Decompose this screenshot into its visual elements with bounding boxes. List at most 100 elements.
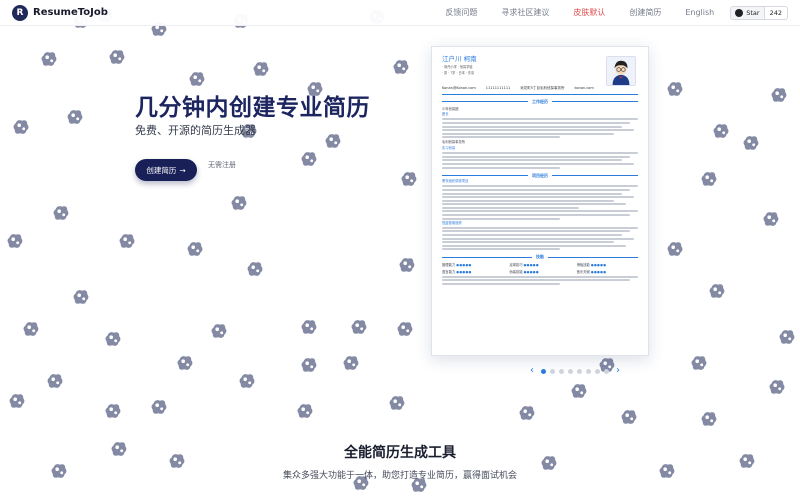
text-line — [442, 244, 627, 247]
text-line — [442, 226, 638, 229]
decorative-blob-icon — [350, 318, 368, 336]
star-count: 242 — [769, 8, 782, 17]
decorative-blob-icon — [620, 408, 638, 426]
section-rule — [442, 256, 532, 258]
decorative-blob-icon — [238, 372, 256, 390]
resume-preview-card[interactable]: 江户川 柯南 · 帝丹小学 · 侦探学徒 · 男 · 7岁 · 日本 · 东京 … — [431, 46, 649, 356]
decorative-blob-icon — [398, 256, 416, 274]
decorative-blob-icon — [712, 122, 730, 140]
github-icon — [735, 8, 744, 17]
text-line — [442, 162, 635, 165]
landing-page: R ResumeToJob 反馈问题 寻求社区建议 皮肤默认 创建简历 Engl… — [0, 0, 800, 500]
resume-address: 米花町5丁目毛利侦探事务所 — [520, 86, 565, 91]
entry-text-lines — [442, 226, 638, 251]
decorative-blob-icon — [300, 356, 318, 374]
skill-name: 滑板技能 — [576, 263, 591, 268]
decorative-blob-icon — [118, 232, 136, 250]
github-star-button[interactable]: Star 242 — [730, 5, 788, 20]
decorative-blob-icon — [700, 170, 718, 188]
carousel-dot[interactable] — [550, 368, 555, 374]
text-line — [442, 206, 580, 209]
decorative-blob-icon — [700, 410, 718, 428]
skill-item: 足球技巧 ●●●●● — [509, 263, 570, 268]
chevron-right-icon[interactable]: › — [613, 366, 623, 376]
text-line — [442, 214, 631, 217]
decorative-blob-icon — [188, 70, 206, 88]
decorative-blob-icon — [570, 382, 588, 400]
decorative-blob-icon — [342, 354, 360, 372]
entry-header: 少年侦探团 — [442, 107, 638, 112]
decorative-blob-icon — [176, 354, 194, 372]
nav-link-community[interactable]: 寻求社区建议 — [489, 7, 561, 18]
chevron-left-icon[interactable]: ‹ — [527, 366, 537, 376]
carousel-dots — [541, 368, 609, 374]
carousel-dot[interactable] — [595, 368, 600, 374]
decorative-blob-icon — [666, 240, 684, 258]
create-resume-button[interactable]: 创建简历 → — [135, 159, 197, 181]
entry-project: 怪盗基德追踪 — [442, 220, 462, 225]
carousel-dot[interactable] — [541, 368, 546, 374]
resume-phone: 11111111111 — [485, 86, 511, 91]
carousel-dot[interactable] — [604, 368, 609, 374]
text-line — [442, 166, 560, 169]
carousel-dot[interactable] — [568, 368, 573, 374]
skills-text-lines — [442, 275, 638, 286]
decorative-blob-icon — [8, 392, 26, 410]
decorative-blob-icon — [396, 320, 414, 338]
decorative-blob-icon — [708, 282, 726, 300]
text-line — [442, 159, 623, 162]
nav-link-feedback[interactable]: 反馈问题 — [433, 7, 489, 18]
skill-rating: ●●●●● — [456, 269, 472, 274]
text-line — [442, 248, 560, 251]
decorative-blob-icon — [72, 288, 90, 306]
carousel-dot[interactable] — [559, 368, 564, 374]
decorative-blob-icon — [186, 240, 204, 258]
entry-role: 实习侦探 — [442, 145, 456, 150]
top-navigation: R ResumeToJob 反馈问题 寻求社区建议 皮肤默认 创建简历 Engl… — [0, 0, 800, 26]
text-line — [442, 185, 638, 188]
text-line — [442, 188, 631, 191]
text-line — [442, 279, 631, 282]
brand-logo[interactable]: R ResumeToJob — [12, 4, 108, 21]
decorative-blob-icon — [768, 378, 786, 396]
decorative-blob-icon — [230, 194, 248, 212]
resume-website: konan.com — [574, 86, 594, 91]
skill-name: 伪装技能 — [509, 269, 524, 274]
text-line — [442, 136, 560, 139]
decorative-blob-icon — [296, 402, 314, 420]
github-star-label-wrap: Star — [731, 6, 765, 19]
entry-org: 少年侦探团 — [442, 106, 459, 111]
nav-links: 反馈问题 寻求社区建议 皮肤默认 创建简历 English Star 242 — [433, 5, 788, 20]
resume-section-header: 技能 — [442, 254, 638, 260]
skills-grid: 推理能力 ●●●●● 足球技巧 ●●●●● 滑板技能 ●●●●● 语言能力 ●●●●●… — [442, 263, 638, 274]
decorative-blob-icon — [324, 132, 342, 150]
brand-name: ResumeToJob — [33, 7, 108, 18]
carousel-dot[interactable] — [577, 368, 582, 374]
skill-rating: ●●●●● — [523, 269, 539, 274]
section-rule — [548, 256, 638, 258]
section-rule — [442, 101, 528, 103]
avatar-illustration-icon — [607, 57, 635, 85]
nav-link-create-resume[interactable]: 创建简历 — [617, 7, 673, 18]
decorative-blob-icon — [6, 232, 24, 250]
decorative-blob-icon — [778, 328, 796, 346]
text-line — [442, 230, 631, 233]
skill-rating: ●●●●● — [523, 263, 539, 268]
entry-text-lines — [442, 152, 638, 169]
nav-link-skin[interactable]: 皮肤默认 — [561, 7, 617, 18]
resume-entry: 毛利侦探事务所 实习侦探 — [442, 140, 638, 169]
section-title: 技能 — [536, 254, 544, 260]
skill-item: 推理能力 ●●●●● — [442, 263, 503, 268]
text-line — [442, 283, 560, 286]
decorative-blob-icon — [66, 108, 84, 126]
resume-section-header: 工作经历 — [442, 99, 638, 105]
text-line — [442, 192, 623, 195]
carousel-dot[interactable] — [586, 368, 591, 374]
decorative-blob-icon — [518, 404, 536, 422]
text-line — [442, 196, 635, 199]
skill-item: 滑板技能 ●●●●● — [577, 263, 638, 268]
skill-name: 语言能力 — [442, 269, 457, 274]
decorative-blob-icon — [150, 398, 168, 416]
nav-link-language[interactable]: English — [673, 8, 726, 17]
entry-role: 团长 — [442, 112, 449, 117]
